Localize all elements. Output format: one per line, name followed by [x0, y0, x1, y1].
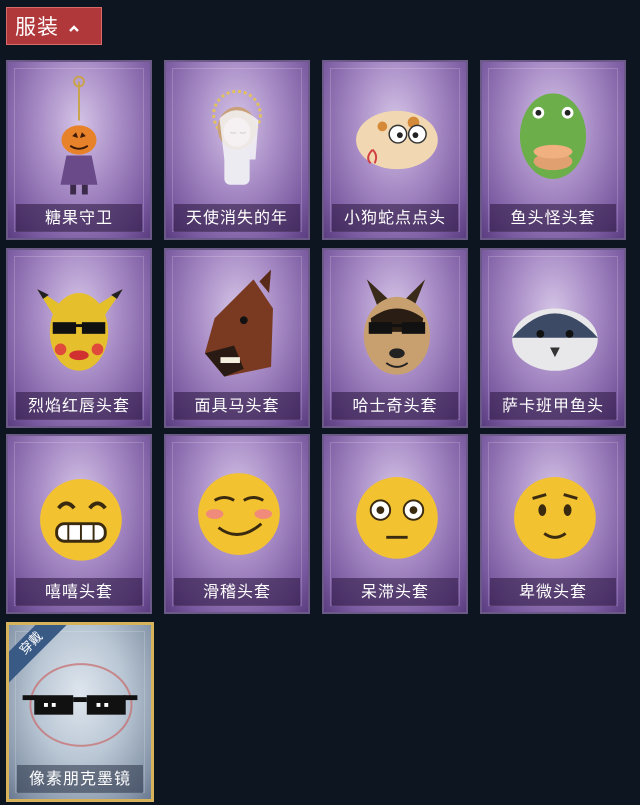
costume-label: 面具马头套: [174, 392, 300, 420]
humble-emoji-icon: [514, 477, 596, 559]
costume-grid: 糖果守卫 天使消失的年 小狗蛇点点头 鱼头怪头套 烈焰红唇头套 面具马头套 哈士…: [0, 0, 640, 805]
costume-label: 呆滞头套: [332, 578, 458, 606]
costume-card[interactable]: 嘻嘻头套: [6, 434, 152, 614]
costume-label: 像素朋克墨镜: [17, 765, 143, 793]
costume-label: 滑稽头套: [174, 578, 300, 606]
costume-label: 卑微头套: [490, 578, 616, 606]
costume-card[interactable]: 哈士奇头套: [322, 248, 468, 428]
costume-label: 小狗蛇点点头: [332, 204, 458, 232]
costume-card[interactable]: 面具马头套: [164, 248, 310, 428]
snake-head-icon: [356, 110, 438, 170]
stare-emoji-icon: [356, 477, 438, 559]
husky-head-icon: [363, 279, 431, 375]
costume-label: 鱼头怪头套: [490, 204, 616, 232]
sacabambaspis-head-icon: [512, 308, 598, 371]
costume-card[interactable]: 糖果守卫: [6, 60, 152, 240]
costume-card[interactable]: 萨卡班甲鱼头: [480, 248, 626, 428]
smirk-emoji-icon: [198, 473, 280, 555]
costume-card[interactable]: 呆滞头套: [322, 434, 468, 614]
pumpkin-doll-icon: [60, 75, 98, 195]
costume-label: 哈士奇头套: [332, 392, 458, 420]
costume-label: 糖果守卫: [16, 204, 142, 232]
fish-head-icon: [519, 93, 587, 179]
costume-label: 萨卡班甲鱼头: [490, 392, 616, 420]
costume-card[interactable]: 小狗蛇点点头: [322, 60, 468, 240]
costume-card[interactable]: 卑微头套: [480, 434, 626, 614]
costume-card[interactable]: 天使消失的年: [164, 60, 310, 240]
costume-card[interactable]: 烈焰红唇头套: [6, 248, 152, 428]
costume-card[interactable]: 滑稽头套: [164, 434, 310, 614]
costume-card[interactable]: 鱼头怪头套: [480, 60, 626, 240]
costume-card-equipped[interactable]: 穿戴 像素朋克墨镜: [6, 622, 154, 802]
costume-label: 嘻嘻头套: [16, 578, 142, 606]
pixel-sunglasses-icon: [22, 663, 138, 747]
angel-girl-icon: [212, 89, 262, 185]
pikachu-head-icon: [37, 289, 123, 371]
costume-label: 烈焰红唇头套: [16, 392, 142, 420]
grin-emoji-icon: [40, 478, 122, 561]
costume-label: 天使消失的年: [174, 204, 300, 232]
horse-mask-icon: [204, 269, 273, 377]
